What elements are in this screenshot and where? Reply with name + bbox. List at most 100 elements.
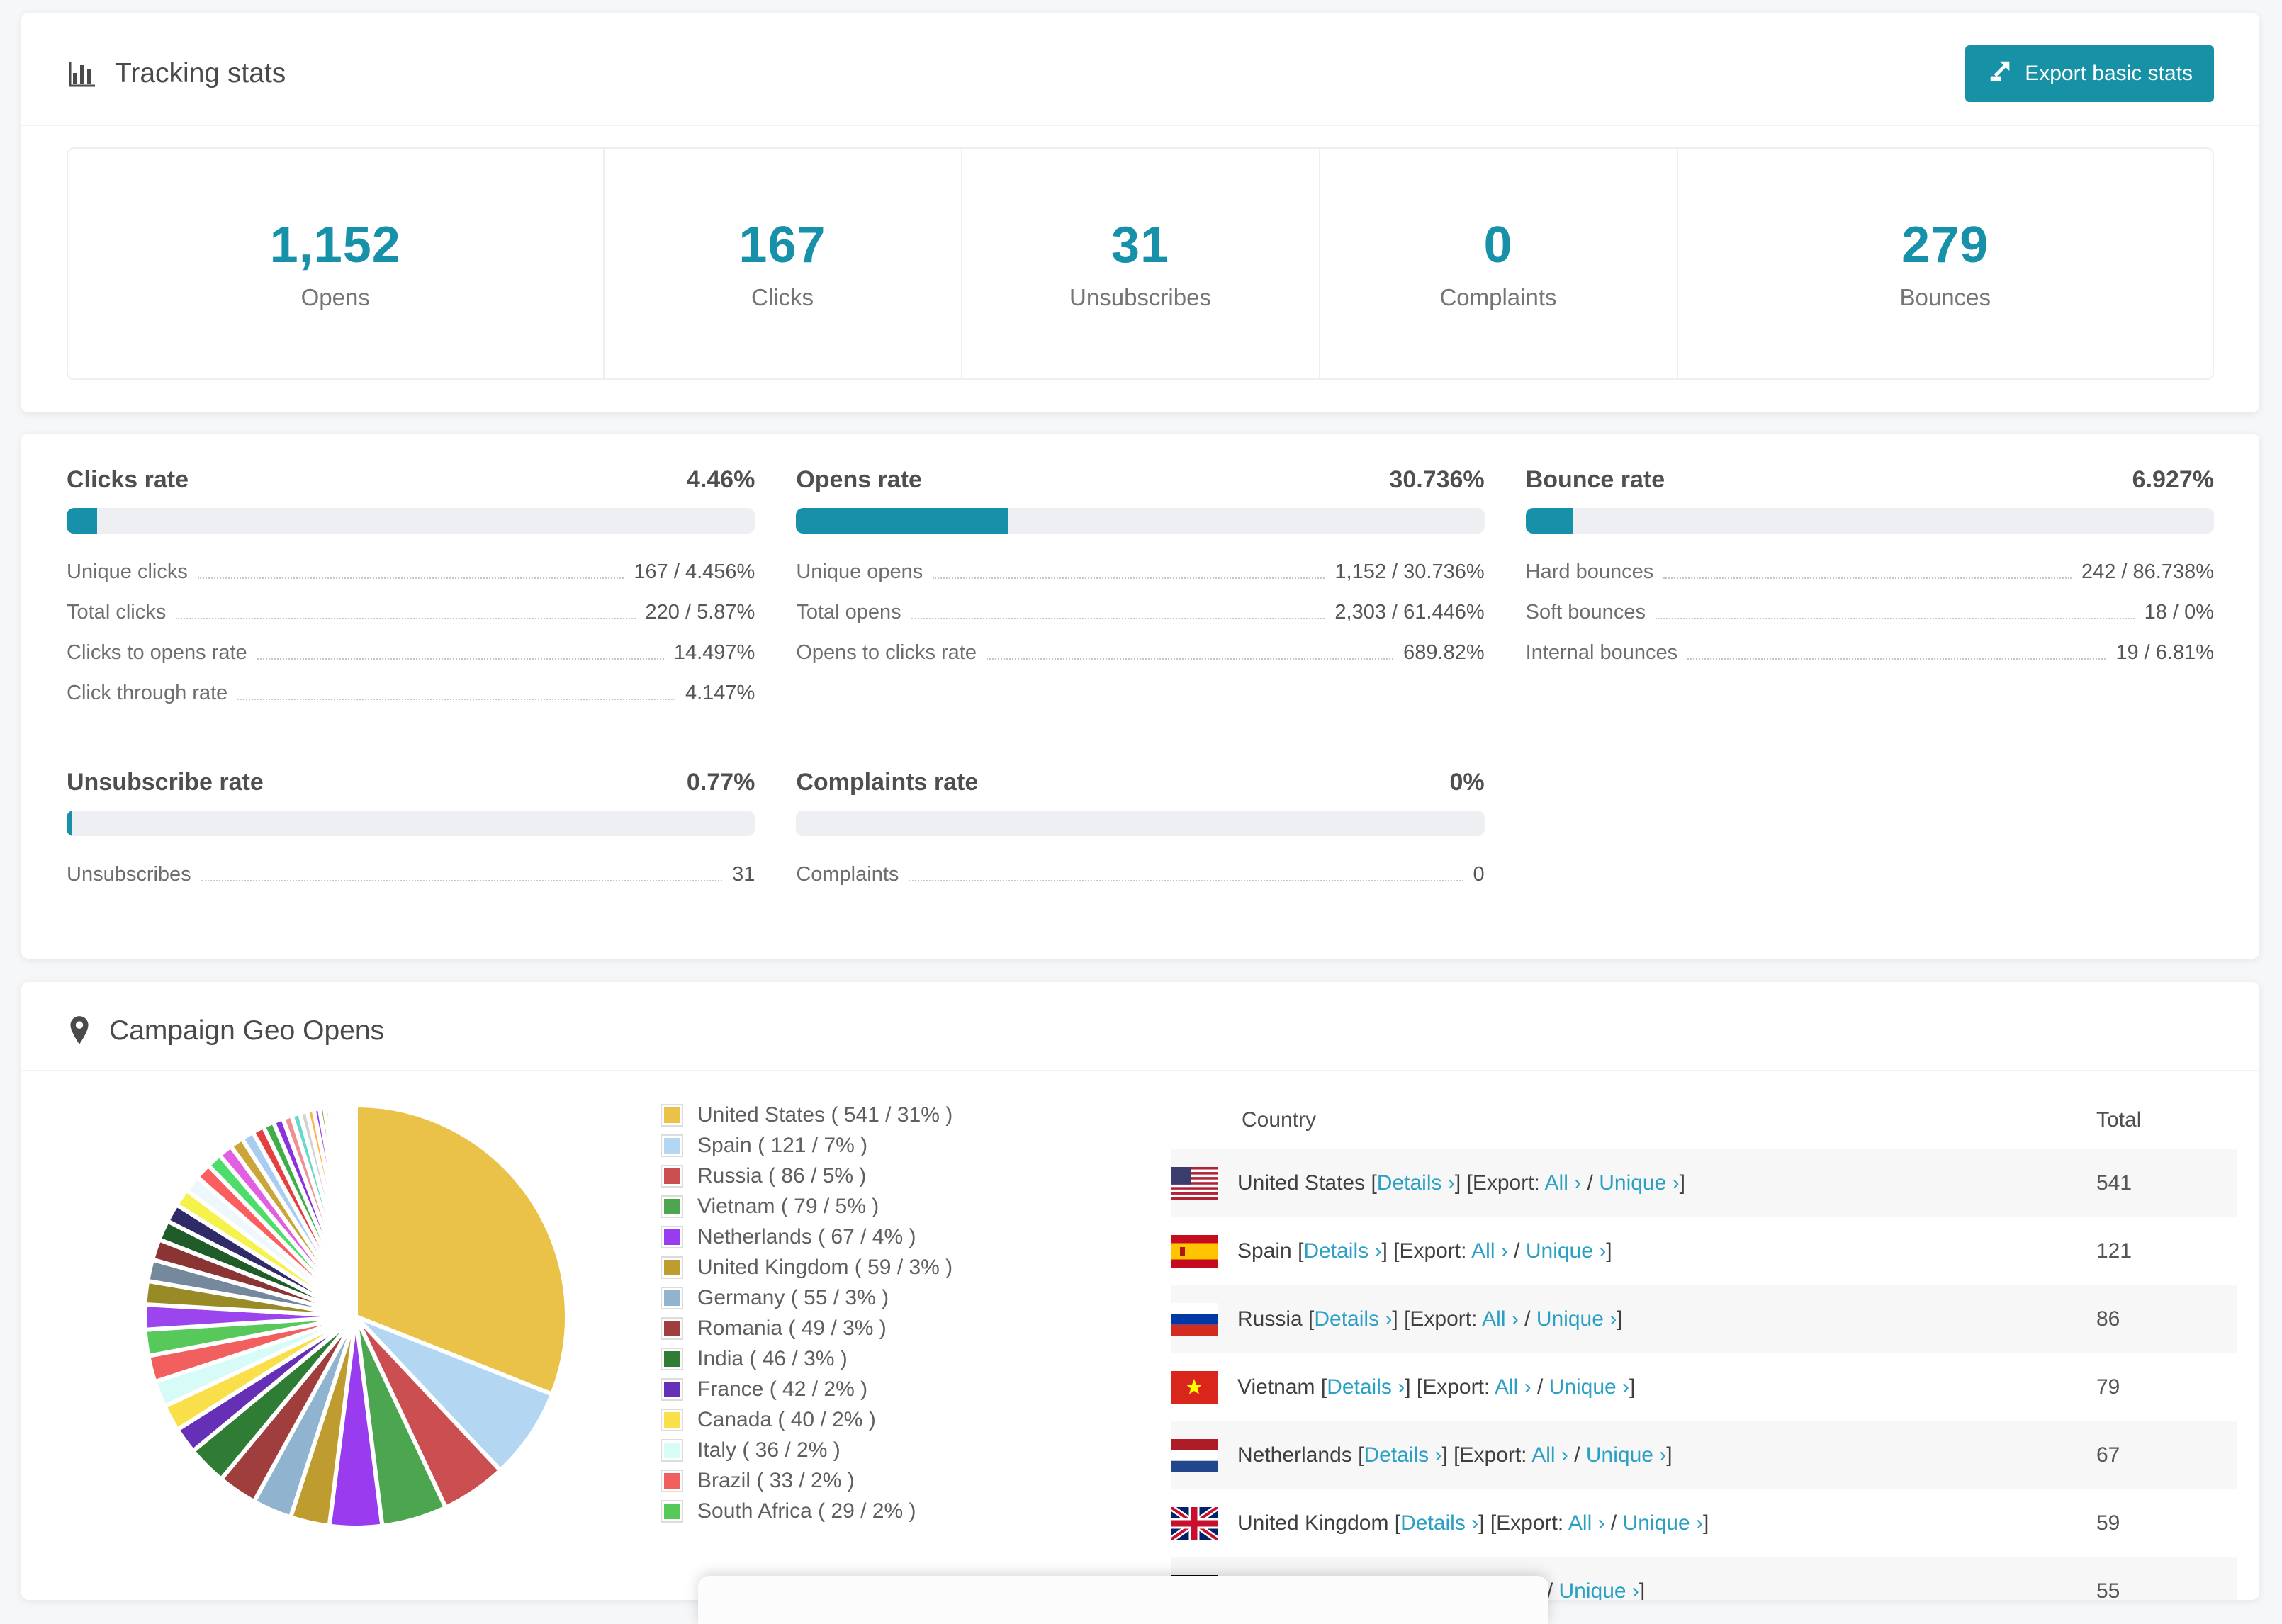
stat-label: Complaints (1439, 284, 1557, 310)
stat-value: 1,152 (269, 217, 401, 274)
rate-section-value: 6.927% (2132, 466, 2214, 493)
rate-detail-row: Soft bounces 18 / 0% (1526, 602, 2214, 623)
legend-label: India ( 46 / 3% ) (697, 1346, 848, 1370)
export-unique-link-united-states[interactable]: Unique › (1599, 1171, 1679, 1195)
rate-detail-rows: Unique clicks 167 / 4.456% Total clicks 220… (67, 562, 755, 704)
flag-icon-gb (1171, 1507, 1218, 1540)
rate-detail-value: 2,303 / 61.446% (1334, 601, 1485, 624)
rate-progress-fill (67, 811, 72, 836)
details-link-united-kingdom[interactable]: Details › (1400, 1511, 1478, 1535)
rate-detail-value: 14.497% (673, 641, 755, 664)
details-link-netherlands[interactable]: Details › (1364, 1443, 1441, 1467)
flag-icon-nl (1171, 1439, 1218, 1472)
rate-detail-row: Clicks to opens rate 14.497% (67, 643, 755, 663)
legend-label: Brazil ( 33 / 2% ) (697, 1468, 855, 1492)
legend-item-romania: Romania ( 49 / 3% ) (661, 1313, 952, 1343)
table-row-united-kingdom: United Kingdom [Details ›] [Export: All … (1171, 1489, 2237, 1557)
details-link-russia[interactable]: Details › (1314, 1307, 1392, 1331)
rate-section-header: Complaints rate 0% (796, 769, 1484, 796)
rate-section-unsubscribe-rate: Unsubscribe rate 0.77% Unsubscribes 31 (67, 769, 755, 905)
rate-detail-row: Hard bounces 242 / 86.738% (1526, 562, 2214, 582)
export-all-link-united-kingdom[interactable]: All › (1568, 1511, 1605, 1535)
total-cell: 67 (2096, 1443, 2120, 1467)
export-unique-link-united-kingdom[interactable]: Unique › (1623, 1511, 1703, 1535)
legend-swatch (661, 1377, 683, 1401)
rate-section-header: Bounce rate 6.927% (1526, 466, 2214, 494)
rate-detail-label: Unique clicks (67, 560, 188, 583)
export-all-link-vietnam[interactable]: All › (1495, 1375, 1531, 1399)
export-all-link-united-states[interactable]: All › (1545, 1171, 1582, 1195)
rate-section-title: Clicks rate (67, 466, 189, 493)
rate-progress-track (1525, 508, 2214, 534)
rate-detail-row: Total opens 2,303 / 61.446% (796, 602, 1484, 623)
legend-swatch (661, 1225, 683, 1248)
legend-label: United Kingdom ( 59 / 3% ) (697, 1255, 953, 1279)
export-basic-stats-button[interactable]: Export basic stats (1965, 45, 2214, 102)
rate-detail-value: 0 (1473, 863, 1485, 886)
details-link-united-states[interactable]: Details › (1377, 1171, 1455, 1195)
stat-label: Opens (300, 284, 370, 310)
total-cell: 59 (2096, 1511, 2120, 1535)
legend-swatch (661, 1469, 683, 1492)
rate-detail-label: Clicks to opens rate (67, 641, 247, 664)
export-unique-link-russia[interactable]: Unique › (1536, 1307, 1617, 1331)
overview-stats: 1,152 Opens 167 Clicks 31 Unsubscribes 0 Compla… (67, 147, 2214, 380)
rate-detail-rows: Hard bounces 242 / 86.738% Soft bounces 18 … (1526, 562, 2214, 663)
dotted-leader (257, 658, 664, 660)
legend-swatch (661, 1438, 683, 1462)
tracking-stats-header: Tracking stats Export basic stats (21, 13, 2259, 126)
export-all-link-spain[interactable]: All › (1471, 1239, 1508, 1263)
export-unique-link-germany[interactable]: Unique › (1559, 1579, 1639, 1600)
rate-detail-label: Total clicks (67, 601, 167, 624)
rate-detail-row: Unique clicks 167 / 4.456% (67, 562, 755, 582)
details-link-spain[interactable]: Details › (1303, 1239, 1381, 1263)
geo-body: United States ( 541 / 31% ) Spain ( 121 /… (21, 1071, 2259, 1600)
overview-stat-bounces: 279 Bounces (1676, 149, 2213, 378)
dotted-leader (1655, 618, 2135, 619)
export-all-link-netherlands[interactable]: All › (1531, 1443, 1568, 1467)
details-link-vietnam[interactable]: Details › (1327, 1375, 1405, 1399)
export-unique-link-spain[interactable]: Unique › (1526, 1239, 1606, 1263)
legend-label: Germany ( 55 / 3% ) (697, 1285, 889, 1309)
total-cell: 121 (2096, 1239, 2132, 1263)
geo-opens-pie-chart (142, 1103, 569, 1530)
legend-item-netherlands: Netherlands ( 67 / 4% ) (661, 1222, 952, 1252)
rate-detail-row: Unique opens 1,152 / 30.736% (796, 562, 1484, 582)
column-header-country: Country (1242, 1108, 1317, 1132)
flag-icon-es (1171, 1235, 1218, 1268)
legend-item-italy: Italy ( 36 / 2% ) (661, 1435, 952, 1465)
rate-section-header: Unsubscribe rate 0.77% (67, 769, 755, 796)
rate-detail-label: Hard bounces (1525, 560, 1654, 583)
table-row-russia: Russia [Details ›] [Export: All › / Uniq… (1171, 1285, 2237, 1353)
dotted-leader (176, 618, 636, 619)
rate-progress-track (67, 508, 755, 534)
dotted-leader (986, 658, 1394, 660)
geo-header: Campaign Geo Opens (21, 982, 2259, 1071)
stat-label: Bounces (1899, 284, 1991, 310)
stat-value: 31 (1111, 217, 1170, 274)
export-unique-link-netherlands[interactable]: Unique › (1586, 1443, 1666, 1467)
dotted-leader (237, 699, 675, 700)
legend-label: Netherlands ( 67 / 4% ) (697, 1224, 916, 1248)
rate-progress-fill (67, 508, 98, 534)
rate-detail-row: Total clicks 220 / 5.87% (67, 602, 755, 623)
rate-detail-rows: Unsubscribes 31 (67, 864, 755, 885)
page-title: Tracking stats (115, 58, 286, 89)
bottom-overlay-panel (698, 1576, 1548, 1624)
rate-detail-row: Click through rate 4.147% (67, 683, 755, 704)
legend-swatch (661, 1347, 683, 1370)
rates-grid: Clicks rate 4.46% Unique clicks 167 / 4.456… (21, 434, 2259, 937)
legend-swatch (661, 1316, 683, 1340)
rate-progress-fill (796, 508, 1008, 534)
legend-item-united-kingdom: United Kingdom ( 59 / 3% ) (661, 1252, 952, 1282)
export-all-link-russia[interactable]: All › (1482, 1307, 1519, 1331)
export-button-label: Export basic stats (2025, 62, 2193, 85)
rate-progress-fill (1525, 508, 1573, 534)
rate-section-value: 4.46% (686, 466, 755, 493)
stat-label: Clicks (751, 284, 814, 310)
export-unique-link-vietnam[interactable]: Unique › (1549, 1375, 1629, 1399)
rate-progress-track (67, 811, 755, 836)
rate-detail-value: 1,152 / 30.736% (1334, 560, 1485, 583)
legend-label: Spain ( 121 / 7% ) (697, 1133, 868, 1157)
table-row-united-states: United States [Details ›] [Export: All ›… (1171, 1149, 2237, 1217)
